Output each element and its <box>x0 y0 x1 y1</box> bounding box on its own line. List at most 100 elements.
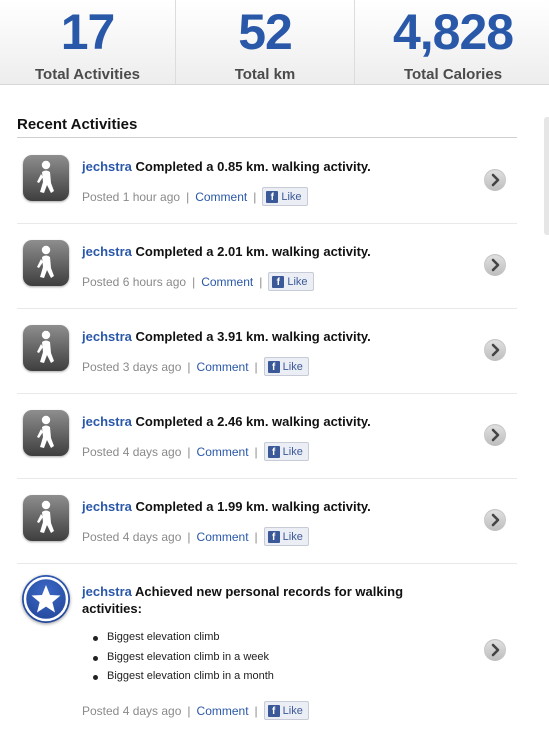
user-link[interactable]: jechstra <box>82 499 132 514</box>
separator: | <box>259 274 263 289</box>
activity-text: Completed a 1.99 km. walking activity. <box>135 499 371 514</box>
facebook-f-icon: f <box>267 704 280 717</box>
separator: | <box>254 359 258 374</box>
stat-value: 17 <box>60 4 116 60</box>
posted-time: Posted 4 days ago <box>82 529 182 544</box>
activity-meta: Posted 4 days ago | Comment | f Like <box>82 701 309 720</box>
posted-time: Posted 1 hour ago <box>82 189 181 204</box>
star-icon <box>22 575 70 623</box>
user-link[interactable]: jechstra <box>82 244 132 259</box>
user-link[interactable]: jechstra <box>82 159 132 174</box>
facebook-like-button[interactable]: f Like <box>263 442 309 461</box>
separator: | <box>254 444 258 459</box>
separator: | <box>254 529 258 544</box>
personal-records-list: Biggest elevation climb Biggest elevatio… <box>93 628 274 687</box>
activity-meta: Posted 4 days ago | Comment | f Like <box>82 527 309 546</box>
stat-total-activities: 17 Total Activities <box>0 0 175 84</box>
walking-figure-icon <box>23 325 69 371</box>
facebook-f-icon: f <box>267 530 280 543</box>
activity-item[interactable]: jechstra Completed a 2.01 km. walking ac… <box>17 224 517 309</box>
activity-text: Completed a 3.91 km. walking activity. <box>135 329 371 344</box>
walking-figure-icon <box>23 495 69 541</box>
chevron-right-icon[interactable] <box>484 509 506 531</box>
comment-link[interactable]: Comment <box>195 190 247 204</box>
list-item: Biggest elevation climb in a month <box>93 667 274 687</box>
stat-total-km: 52 Total km <box>175 0 354 84</box>
user-link[interactable]: jechstra <box>82 329 132 344</box>
like-label: Like <box>282 704 303 717</box>
section-title: Recent Activities <box>17 116 138 133</box>
separator: | <box>192 274 196 289</box>
list-item: Biggest elevation climb in a week <box>93 648 274 668</box>
comment-link[interactable]: Comment <box>197 704 249 718</box>
stats-header: 17 Total Activities 52 Total km 4,828 To… <box>0 0 549 85</box>
facebook-like-button[interactable]: f Like <box>268 272 314 291</box>
like-label: Like <box>282 360 303 373</box>
list-item: Biggest elevation climb <box>93 628 274 648</box>
posted-time: Posted 3 days ago <box>82 359 182 374</box>
comment-link[interactable]: Comment <box>197 530 249 544</box>
activity-meta: Posted 4 days ago | Comment | f Like <box>82 442 309 461</box>
posted-time: Posted 4 days ago <box>82 703 182 718</box>
like-label: Like <box>282 445 303 458</box>
activity-headline: jechstra Completed a 3.91 km. walking ac… <box>82 328 462 345</box>
activity-headline: jechstra Achieved new personal records f… <box>82 583 462 617</box>
chevron-right-icon[interactable] <box>484 639 506 661</box>
walking-figure-icon <box>23 410 69 456</box>
chevron-right-icon[interactable] <box>484 169 506 191</box>
facebook-f-icon: f <box>272 275 285 288</box>
activity-item[interactable]: jechstra Completed a 2.46 km. walking ac… <box>17 394 517 479</box>
activity-headline: jechstra Completed a 0.85 km. walking ac… <box>82 158 462 175</box>
posted-time: Posted 6 hours ago <box>82 274 187 289</box>
separator: | <box>187 703 191 718</box>
facebook-like-button[interactable]: f Like <box>263 527 309 546</box>
stat-value: 4,828 <box>392 4 514 60</box>
facebook-f-icon: f <box>267 445 280 458</box>
activity-meta: Posted 3 days ago | Comment | f Like <box>82 357 309 376</box>
activity-meta: Posted 6 hours ago | Comment | f Like <box>82 272 314 291</box>
chevron-right-icon[interactable] <box>484 254 506 276</box>
activity-headline: jechstra Completed a 1.99 km. walking ac… <box>82 498 462 515</box>
facebook-like-button[interactable]: f Like <box>263 701 309 720</box>
activity-meta: Posted 1 hour ago | Comment | f Like <box>82 187 308 206</box>
walking-figure-icon <box>23 240 69 286</box>
posted-time: Posted 4 days ago <box>82 444 182 459</box>
activity-headline: jechstra Completed a 2.46 km. walking ac… <box>82 413 462 430</box>
activity-item[interactable]: jechstra Completed a 1.99 km. walking ac… <box>17 479 517 564</box>
stat-total-calories: 4,828 Total Calories <box>354 0 549 84</box>
separator: | <box>187 529 191 544</box>
chevron-right-icon[interactable] <box>484 339 506 361</box>
user-link[interactable]: jechstra <box>82 414 132 429</box>
activity-item[interactable]: jechstra Completed a 0.85 km. walking ac… <box>17 139 517 224</box>
stat-label: Total Calories <box>403 66 503 83</box>
comment-link[interactable]: Comment <box>201 275 253 289</box>
separator: | <box>254 703 258 718</box>
user-link[interactable]: jechstra <box>82 584 132 599</box>
activity-headline: jechstra Completed a 2.01 km. walking ac… <box>82 243 462 260</box>
like-label: Like <box>287 275 308 288</box>
comment-link[interactable]: Comment <box>197 445 249 459</box>
separator: | <box>253 189 257 204</box>
facebook-like-button[interactable]: f Like <box>262 187 308 206</box>
separator: | <box>187 359 191 374</box>
activity-text: Completed a 0.85 km. walking activity. <box>135 159 371 174</box>
stat-value: 52 <box>238 4 293 60</box>
like-label: Like <box>281 190 302 203</box>
activity-item[interactable]: jechstra Completed a 3.91 km. walking ac… <box>17 309 517 394</box>
scrollbar[interactable] <box>544 117 549 235</box>
facebook-like-button[interactable]: f Like <box>263 357 309 376</box>
comment-link[interactable]: Comment <box>197 360 249 374</box>
section-divider <box>17 137 517 138</box>
stat-label: Total Activities <box>34 66 141 83</box>
activity-text: Completed a 2.46 km. walking activity. <box>135 414 371 429</box>
chevron-right-icon[interactable] <box>484 424 506 446</box>
like-label: Like <box>282 530 303 543</box>
separator: | <box>187 444 191 459</box>
activity-item-personal-record[interactable]: jechstra Achieved new personal records f… <box>17 564 517 735</box>
stat-label: Total km <box>234 66 296 83</box>
separator: | <box>186 189 190 204</box>
facebook-f-icon: f <box>266 190 279 203</box>
facebook-f-icon: f <box>267 360 280 373</box>
activity-text: Completed a 2.01 km. walking activity. <box>135 244 371 259</box>
walking-figure-icon <box>23 155 69 201</box>
